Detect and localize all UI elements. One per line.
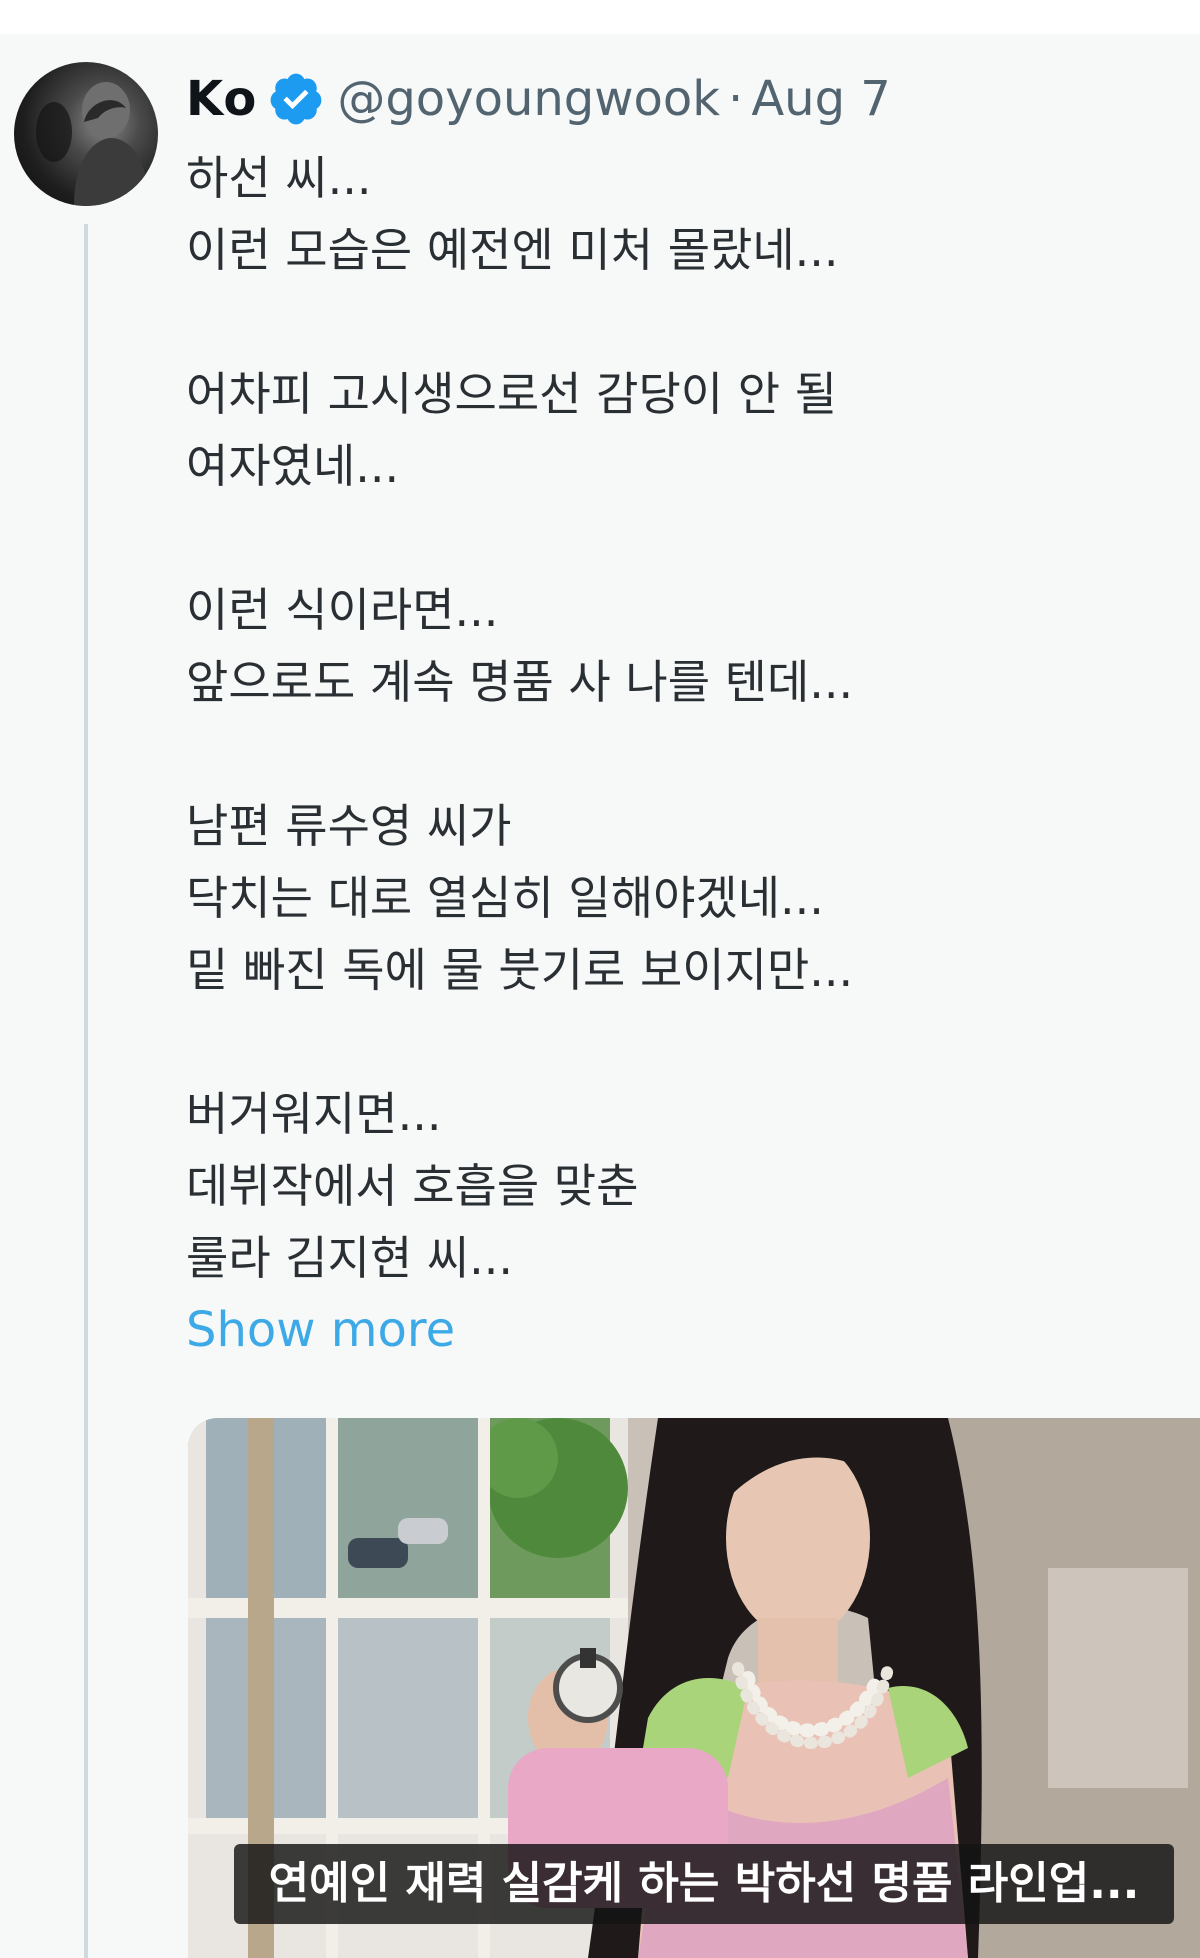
tweet-line: 여자였네... <box>186 439 400 493</box>
author-display-name[interactable]: Ko <box>186 64 257 134</box>
verified-badge-icon <box>267 70 325 128</box>
tweet-line: 이런 식이라면... <box>186 583 499 637</box>
tweet-line: 데뷔작에서 호흡을 맞춘 <box>186 1159 639 1213</box>
tweet-text: 하선 씨... 이런 모습은 예전엔 미처 몰랐네... 어차피 고시생으로선 … <box>186 142 1186 1366</box>
tweet-date[interactable]: Aug 7 <box>751 64 891 134</box>
tweet-card[interactable]: Ko @goyoungwook · Aug 7 하선 씨... 이런 모습은 예… <box>0 34 1200 1958</box>
tweet-line: 앞으로도 계속 명품 사 나를 텐데... <box>186 655 854 709</box>
tweet-line: 어차피 고시생으로선 감당이 안 될 <box>186 367 837 421</box>
avatar-photo <box>36 82 150 206</box>
avatar[interactable] <box>14 62 158 206</box>
show-more-link[interactable]: Show more <box>186 1294 455 1366</box>
media-caption: 연예인 재력 실감케 하는 박하선 명품 라인업... <box>234 1844 1174 1924</box>
thread-connector-line <box>84 224 88 1958</box>
tweet-header: Ko @goyoungwook · Aug 7 <box>186 64 891 134</box>
author-handle[interactable]: @goyoungwook <box>337 64 720 134</box>
tweet-line: 남편 류수영 씨가 <box>186 799 512 853</box>
tweet-line: 이런 모습은 예전엔 미처 몰랐네... <box>186 223 839 277</box>
tweet-line: 닥치는 대로 열심히 일해야겠네... <box>186 871 824 925</box>
tweet-line: 버거워지면... <box>186 1087 442 1141</box>
tweet-line: 밑 빠진 독에 물 붓기로 보이지만... <box>186 943 854 997</box>
separator-dot: · <box>728 71 744 127</box>
tweet-line: 하선 씨... <box>186 151 372 205</box>
tweet-line: 룰라 김지현 씨... <box>186 1231 514 1285</box>
